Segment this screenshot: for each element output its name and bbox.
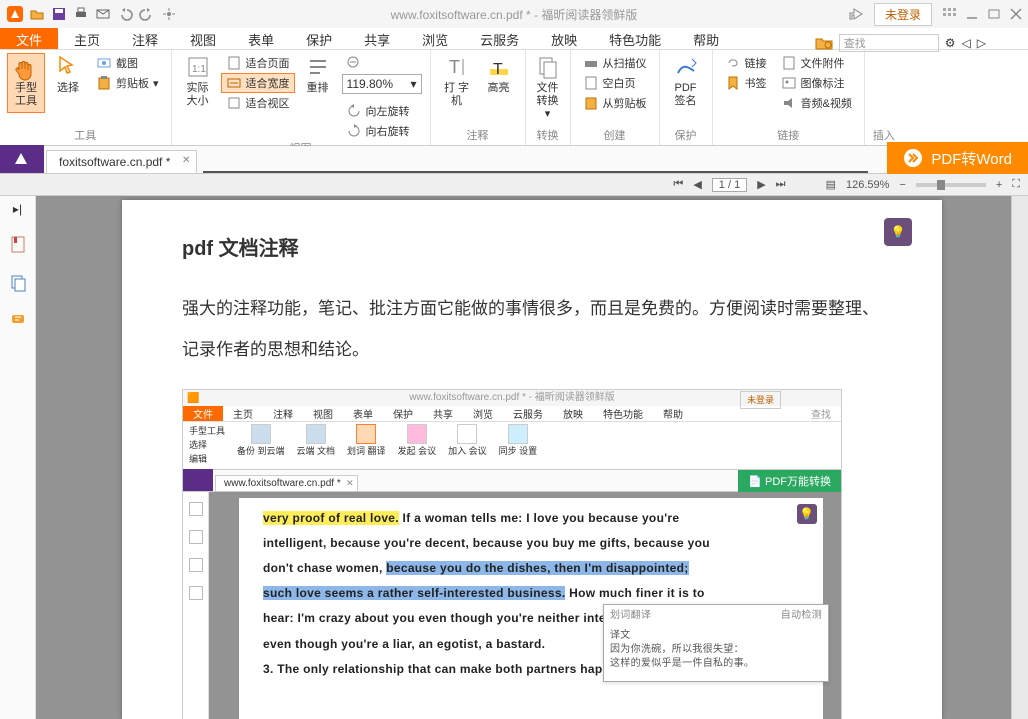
search-input[interactable]: 查找 — [839, 34, 939, 52]
translation-popup: 划词翻译自动检测 译文 因为你洗碗，所以我很失望： 这样的爱似乎是一件自私的事。 — [603, 604, 829, 682]
from-clipboard-button[interactable]: 从剪贴板 — [579, 94, 651, 112]
first-page-icon[interactable]: ⏮ — [673, 178, 683, 191]
appgrid-icon[interactable] — [942, 7, 956, 21]
title-bar: www.foxitsoftware.cn.pdf * - 福昕阅读器领鲜版 未登… — [0, 0, 1028, 28]
close-icon[interactable] — [1010, 8, 1022, 20]
link-button[interactable]: 链接 — [721, 54, 771, 72]
pages-panel-icon[interactable] — [10, 274, 26, 292]
undo-icon[interactable] — [116, 5, 134, 23]
prev-page-icon[interactable]: ◀ — [693, 178, 701, 191]
tab-form[interactable]: 表单 — [232, 28, 290, 49]
select-button[interactable]: 选择 — [50, 54, 86, 95]
file-convert-button[interactable]: 文件 转换▾ — [530, 54, 566, 121]
zoom-out-button[interactable] — [342, 54, 422, 72]
minimize-icon[interactable] — [966, 8, 978, 20]
login-status[interactable]: 未登录 — [874, 3, 932, 26]
app-logo-icon — [6, 5, 24, 23]
blank-page-button[interactable]: 空白页 — [579, 74, 651, 92]
side-panel: ▸| — [0, 196, 36, 719]
tab-help[interactable]: 帮助 — [677, 28, 735, 49]
ribbon-tabs: 文件 主页 注释 视图 表单 保护 共享 浏览 云服务 放映 特色功能 帮助 查… — [0, 28, 1028, 50]
bookmark-button[interactable]: 书签 — [721, 74, 771, 92]
fullscreen-icon[interactable]: ⛶ — [1012, 178, 1020, 191]
rotate-right-button[interactable]: 向右旋转 — [342, 122, 422, 140]
zoom-display: 126.59% — [846, 179, 889, 191]
zoom-slider[interactable] — [916, 183, 986, 187]
svg-text:1:1: 1:1 — [192, 64, 206, 75]
hand-tool-button[interactable]: 手型 工具 — [8, 54, 44, 112]
share-icon[interactable] — [848, 7, 864, 21]
screenshot-button[interactable]: 截图 — [92, 54, 163, 72]
tab-browse[interactable]: 浏览 — [406, 28, 464, 49]
pdf-to-word-button[interactable]: PDF转Word — [887, 142, 1028, 174]
page: 💡 pdf 文档注释 强大的注释功能，笔记、批注方面它能做的事情很多，而且是免费… — [122, 200, 942, 719]
tab-home[interactable]: 主页 — [58, 28, 116, 49]
window-title: www.foxitsoftware.cn.pdf * - 福昕阅读器领鲜版 — [391, 6, 638, 23]
tab-close-icon[interactable]: ✕ — [182, 155, 190, 166]
ribbon: 手型 工具 选择 截图 剪贴板▾ 工具 1:1实际 大小 适合页面 适合宽度 适… — [0, 50, 1028, 146]
page-intro: 强大的注释功能，笔记、批注方面它能做的事情很多，而且是免费的。方便阅读时需要整理… — [182, 289, 882, 371]
comments-panel-icon[interactable] — [10, 312, 26, 328]
scroll-mode-icon[interactable] — [160, 5, 178, 23]
redo-icon[interactable] — [138, 5, 156, 23]
search-next-icon[interactable]: ▷ — [977, 36, 986, 50]
pdf-sign-button[interactable]: PDF 签名 — [668, 54, 704, 108]
document-tab[interactable]: foxitsoftware.cn.pdf *✕ — [46, 150, 197, 173]
audio-video-button[interactable]: 音频&视频 — [777, 94, 856, 112]
inner-screenshot: 🟧 www.foxitsoftware.cn.pdf * - 福昕阅读器领鲜版 … — [182, 389, 842, 719]
image-annotation-button[interactable]: 图像标注 — [777, 74, 856, 92]
save-icon[interactable] — [50, 5, 68, 23]
zoom-in-icon[interactable]: + — [996, 179, 1002, 191]
inner-titlebar: 🟧 www.foxitsoftware.cn.pdf * - 福昕阅读器领鲜版 … — [183, 390, 841, 406]
tab-cloud[interactable]: 云服务 — [464, 28, 535, 49]
rotate-left-button[interactable]: 向左旋转 — [342, 102, 422, 120]
tab-slideshow[interactable]: 放映 — [535, 28, 593, 49]
tab-view[interactable]: 视图 — [174, 28, 232, 49]
actual-size-button[interactable]: 1:1实际 大小 — [180, 54, 216, 108]
next-page-icon[interactable]: ▶ — [757, 178, 765, 191]
search-folder-icon[interactable] — [815, 35, 833, 51]
tab-file[interactable]: 文件 — [0, 28, 58, 49]
open-icon[interactable] — [28, 5, 46, 23]
document-view[interactable]: 💡 pdf 文档注释 强大的注释功能，笔记、批注方面它能做的事情很多，而且是免费… — [36, 196, 1028, 719]
inner-pdf-convert: 📄 PDF万能转换 — [738, 470, 841, 492]
search-prev-icon[interactable]: ◁ — [962, 36, 971, 50]
svg-text:T: T — [449, 57, 460, 77]
navigation-bar: ⏮ ◀ 1 / 1 ▶ ⏭ ▤ 126.59% − + ⛶ — [0, 174, 1028, 196]
zoom-out-icon[interactable]: − — [899, 179, 905, 191]
gear-icon[interactable]: ⚙ — [945, 36, 956, 50]
zoom-input[interactable]: 119.80%▾ — [342, 74, 422, 94]
page-heading: pdf 文档注释 — [182, 232, 882, 261]
tab-feature[interactable]: 特色功能 — [593, 28, 677, 49]
svg-text:T: T — [493, 61, 503, 78]
tab-comment[interactable]: 注释 — [116, 28, 174, 49]
expand-panel-icon[interactable]: ▸| — [13, 202, 22, 216]
typewriter-button[interactable]: T打 字机 — [439, 54, 475, 108]
file-attachment-button[interactable]: 文件附件 — [777, 54, 856, 72]
lightbulb-icon[interactable]: 💡 — [884, 218, 912, 246]
email-icon[interactable] — [94, 5, 112, 23]
maximize-icon[interactable] — [988, 8, 1000, 20]
page-input[interactable]: 1 / 1 — [712, 178, 747, 192]
from-scanner-button[interactable]: 从扫描仪 — [579, 54, 651, 72]
view-mode-icon[interactable]: ▤ — [826, 178, 836, 191]
tab-protect[interactable]: 保护 — [290, 28, 348, 49]
fit-width-button[interactable]: 适合宽度 — [222, 74, 294, 92]
fit-page-button[interactable]: 适合页面 — [222, 54, 294, 72]
start-tab-icon[interactable] — [0, 145, 44, 173]
inner-login: 未登录 — [740, 391, 781, 409]
last-page-icon[interactable]: ⏭ — [776, 178, 786, 191]
bookmark-panel-icon[interactable] — [10, 236, 26, 254]
tab-share[interactable]: 共享 — [348, 28, 406, 49]
reflow-button[interactable]: 重排 — [300, 54, 336, 95]
clipboard-button[interactable]: 剪贴板▾ — [92, 74, 163, 92]
highlight-button[interactable]: T高亮 — [481, 54, 517, 95]
print-icon[interactable] — [72, 5, 90, 23]
inner-logo-icon: 🟧 — [187, 391, 199, 407]
document-tab-strip: foxitsoftware.cn.pdf *✕ PDF转Word — [0, 146, 1028, 174]
fit-visible-button[interactable]: 适合视区 — [222, 94, 294, 112]
